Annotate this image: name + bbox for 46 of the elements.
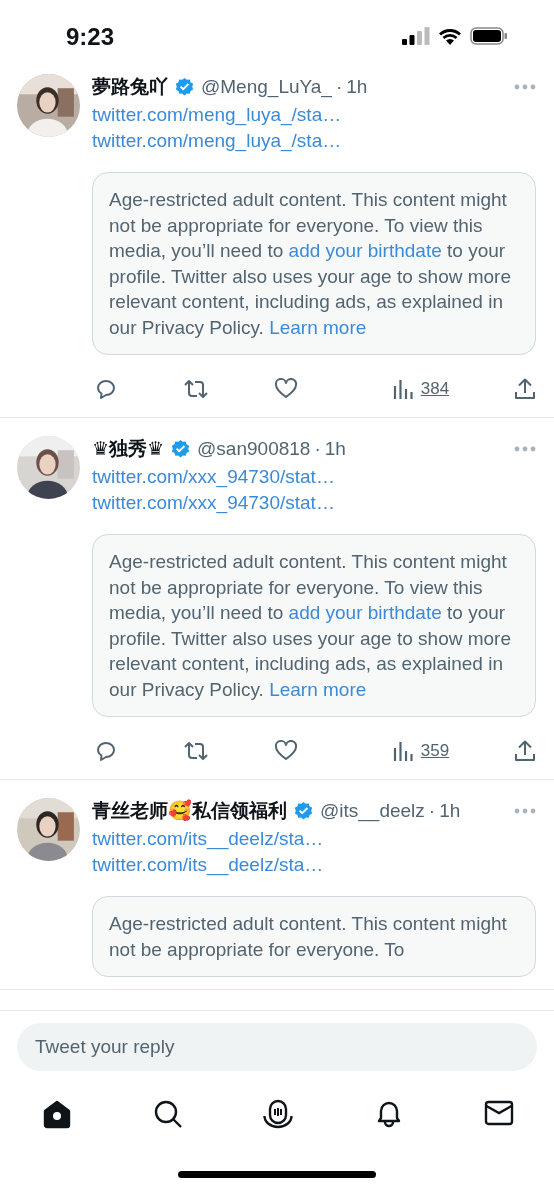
notice-link[interactable]: Learn more bbox=[269, 316, 367, 338]
tweet-link[interactable]: twitter.com/meng_luya_/sta… bbox=[92, 102, 342, 128]
tweet-time: 1h bbox=[439, 800, 461, 822]
notice-link[interactable]: Learn more bbox=[269, 678, 367, 700]
author-handle[interactable]: @san900818 bbox=[197, 438, 311, 460]
share-icon[interactable] bbox=[514, 739, 536, 763]
mail-icon[interactable] bbox=[484, 1099, 514, 1127]
separator-dot: · bbox=[314, 438, 321, 460]
retweet-icon[interactable] bbox=[182, 739, 209, 763]
microphone-icon[interactable] bbox=[263, 1099, 293, 1129]
heart-icon[interactable] bbox=[273, 739, 298, 763]
notice-text: Age-restricted adult content. This content might not be appropriate for everyone. To view this media, you’ll need to add your birthdate to your profile. Twitter also uses your age to show more relevant content, including ads, as explained in our Privacy Policy. Learn more bbox=[109, 188, 512, 340]
home-icon[interactable] bbox=[42, 1099, 72, 1129]
signal-icon bbox=[402, 27, 430, 45]
separator-dot: · bbox=[428, 800, 436, 822]
separator-dot: · bbox=[335, 76, 343, 98]
tweet-link[interactable]: twitter.com/xxx_94730/stat… bbox=[92, 490, 335, 516]
reply-icon[interactable] bbox=[94, 377, 118, 401]
views-icon[interactable] bbox=[392, 740, 413, 762]
notice-link[interactable]: add your birthdate bbox=[288, 602, 442, 623]
reply-icon[interactable] bbox=[94, 739, 118, 763]
author-name[interactable]: 夢路兔吖 bbox=[92, 74, 168, 100]
notice-text: Age-restricted adult content. This content might not be appropriate for everyone. To bbox=[109, 912, 508, 962]
reply-field[interactable]: Tweet your reply bbox=[17, 1023, 537, 1071]
heart-icon[interactable] bbox=[273, 377, 298, 401]
retweet-icon[interactable] bbox=[182, 377, 209, 401]
tweet-link[interactable]: twitter.com/meng_luya_/sta… bbox=[92, 128, 342, 154]
author-name[interactable]: ♛独秀♛ bbox=[92, 436, 165, 462]
view-count[interactable]: 359 bbox=[420, 741, 450, 761]
views-icon[interactable] bbox=[392, 378, 413, 400]
notice-text: Age-restricted adult content. This content might not be appropriate for everyone. To view this media, you’ll need to add your birthdate to your profile. Twitter also uses your age to show more relevant content, including ads, as explained in our Privacy Policy. Learn more bbox=[109, 550, 512, 702]
view-count[interactable]: 384 bbox=[420, 379, 450, 399]
tweet-link[interactable]: twitter.com/its__deelz/sta… bbox=[92, 852, 324, 878]
search-icon[interactable] bbox=[152, 1099, 183, 1129]
author-name[interactable]: 青丝老师🥰私信领福利 bbox=[92, 798, 287, 824]
status-time: 9:23 bbox=[66, 23, 115, 51]
tweet-link[interactable]: twitter.com/its__deelz/sta… bbox=[92, 826, 324, 852]
tweet-time: 1h bbox=[324, 438, 346, 460]
notice-link[interactable]: add your birthdate bbox=[288, 240, 442, 261]
tweet-link[interactable]: twitter.com/xxx_94730/stat… bbox=[92, 464, 335, 490]
author-handle[interactable]: @its__deelz bbox=[320, 800, 425, 822]
battery-icon bbox=[470, 27, 508, 45]
tweet-time: 1h bbox=[346, 76, 368, 98]
share-icon[interactable] bbox=[514, 377, 536, 401]
author-handle[interactable]: @Meng_LuYa_ bbox=[201, 76, 332, 98]
wifi-icon bbox=[438, 27, 462, 45]
